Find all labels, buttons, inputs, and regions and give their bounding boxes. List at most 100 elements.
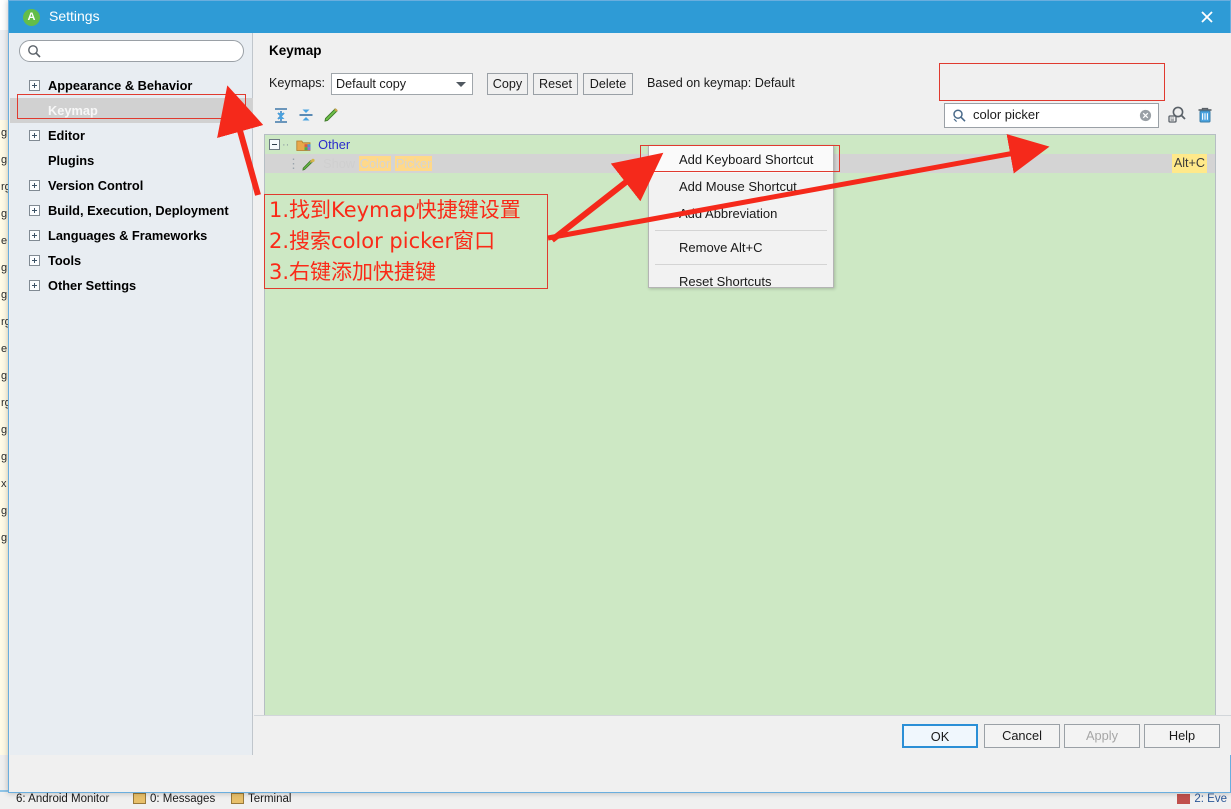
tree-action-prefix: Show [323,156,359,171]
delete-button[interactable]: Delete [583,73,633,95]
folder-icon [292,137,314,152]
edit-shortcut-icon[interactable] [321,105,343,127]
menu-item-label: Add Mouse Shortcut [679,179,797,194]
close-icon[interactable] [1184,1,1230,33]
annotation-line: 3.右键添加快捷键 [269,260,437,284]
keymaps-label: Keymaps: [269,76,325,90]
collapse-all-icon[interactable] [296,105,318,127]
sidebar-item-label: Languages & Frameworks [48,228,208,243]
keymaps-select-value: Default copy [336,77,407,91]
event-log-icon [1177,793,1191,804]
expand-node-icon[interactable] [29,230,40,241]
search-input[interactable] [19,40,244,62]
status-right-label: 2: Eve [1194,793,1227,805]
menu-item-add-keyboard-shortcut[interactable]: Add Keyboard Shortcut [649,146,833,173]
ok-button[interactable]: OK [902,724,978,748]
sidebar-item-label: Other Settings [48,278,137,293]
keymaps-select[interactable]: Default copy [331,73,473,95]
status-item-label: 0: Messages [150,793,216,805]
annotation-line: 1.找到Keymap快捷键设置 [269,198,521,222]
expand-node-icon[interactable] [29,280,40,291]
menu-item-remove-alt-c[interactable]: Remove Alt+C [649,234,833,261]
sidebar-item-keymap[interactable]: Keymap [10,98,253,123]
dialog-button-bar: OK Cancel Apply Help [254,715,1231,755]
sidebar-item-label: Plugins [48,153,95,168]
status-item-label: 6: Android Monitor [16,793,110,805]
menu-separator [655,230,827,231]
sidebar-item-appearance-behavior[interactable]: Appearance & Behavior [10,73,253,98]
sidebar-search [19,40,244,62]
page-title: Keymap [269,43,322,58]
search-icon [27,44,41,63]
annotation-line: 2.搜索color picker窗口 [269,229,496,253]
filter-search-icon [951,108,967,129]
menu-separator [655,264,827,265]
menu-item-label: Add Keyboard Shortcut [679,152,814,167]
clear-filter-icon[interactable] [1139,109,1152,127]
keymap-panel: Keymap Keymaps: Default copy Copy Reset … [254,33,1231,755]
menu-item-label: Reset Shortcuts [679,274,772,289]
annotation-box: 1.找到Keymap快捷键设置 2.搜索color picker窗口 3.右键添加快… [264,194,548,289]
status-item-android-monitor[interactable]: 6: Android Monitor [16,793,109,805]
settings-dialog: A Settings Appearance & Behavior Keymap E [8,0,1231,793]
find-by-shortcut-icon[interactable] [1167,105,1187,125]
dialog-title: Settings [49,8,100,24]
tree-guide: ·· [282,139,290,152]
expand-node-icon[interactable] [29,255,40,266]
color-picker-icon [297,156,319,171]
sidebar-tree: Appearance & Behavior Keymap Editor Plugins… [10,73,253,298]
status-item-terminal[interactable]: Terminal [231,793,291,805]
status-item-label: Terminal [248,793,292,805]
reset-button[interactable]: Reset [533,73,578,95]
filter-value: color picker [973,107,1040,122]
tree-action-row-content: ⋮ Show Color Picker [265,154,433,173]
cancel-button[interactable]: Cancel [984,724,1060,748]
context-menu[interactable]: Add Keyboard Shortcut Add Mouse Shortcut A… [648,145,834,289]
status-item-events[interactable]: 2: Eve [1177,793,1227,805]
apply-button: Apply [1064,724,1140,748]
expand-all-icon[interactable] [271,105,293,127]
shortcut-filter-input[interactable]: color picker [944,103,1159,128]
sidebar-item-label: Editor [48,128,85,143]
sidebar-item-build-execution-deployment[interactable]: Build, Execution, Deployment [10,198,253,223]
terminal-icon [231,793,244,805]
copy-button[interactable]: Copy [487,73,528,95]
messages-icon [133,793,146,805]
sidebar-item-label: Appearance & Behavior [48,78,193,93]
sidebar-item-languages-frameworks[interactable]: Languages & Frameworks [10,223,253,248]
dialog-title-bar: A Settings [9,1,1230,33]
menu-item-label: Add Abbreviation [679,206,778,221]
screen-root: g g rg g e g g rg e g rg g g x g g 6: Android Monitor 0… [0,0,1231,809]
sidebar-item-other-settings[interactable]: Other Settings [10,273,253,298]
menu-item-add-abbreviation[interactable]: Add Abbreviation [649,200,833,227]
settings-sidebar: Appearance & Behavior Keymap Editor Plugins… [10,33,253,755]
filter-field-wrapper: color picker [944,103,1159,128]
tree-action-highlight-2: Picker [394,156,433,171]
sidebar-item-label: Build, Execution, Deployment [48,203,229,218]
tree-group-label: Other [318,137,351,152]
collapse-node-icon[interactable] [269,139,280,151]
sidebar-item-tools[interactable]: Tools [10,248,253,273]
help-button[interactable]: Help [1144,724,1220,748]
status-item-messages[interactable]: 0: Messages [133,793,215,805]
expand-node-icon[interactable] [29,180,40,191]
expand-node-icon[interactable] [29,80,40,91]
sidebar-item-editor[interactable]: Editor [10,123,253,148]
chevron-down-icon [456,82,466,87]
expand-node-icon[interactable] [29,205,40,216]
menu-item-label: Remove Alt+C [679,240,763,255]
android-studio-icon: A [23,9,40,26]
based-on-keymap-label: Based on keymap: Default [647,76,795,90]
menu-item-reset-shortcuts[interactable]: Reset Shortcuts [649,268,833,295]
sidebar-item-label: Keymap [48,103,98,118]
tree-guide: ⋮ [287,156,300,171]
menu-item-add-mouse-shortcut[interactable]: Add Mouse Shortcut [649,173,833,200]
sidebar-item-plugins[interactable]: Plugins [10,148,253,173]
sidebar-item-version-control[interactable]: Version Control [10,173,253,198]
tree-action-highlight-1: Color [358,156,392,171]
sidebar-item-label: Version Control [48,178,144,193]
shortcut-badge: Alt+C [1171,154,1207,173]
trash-icon[interactable] [1195,105,1215,125]
expand-node-icon[interactable] [29,130,40,141]
sidebar-item-label: Tools [48,253,82,268]
